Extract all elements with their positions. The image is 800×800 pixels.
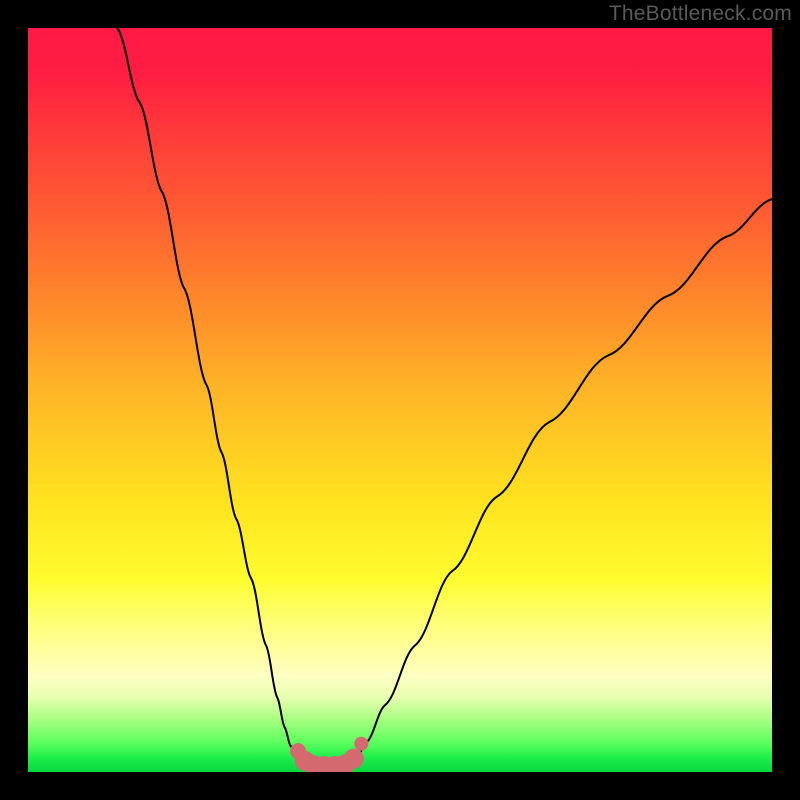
chart-frame: TheBottleneck.com (0, 0, 800, 800)
valley-markers-group (290, 737, 368, 772)
left-curve (117, 28, 300, 761)
valley-marker (354, 737, 368, 751)
chart-svg (28, 28, 772, 772)
right-curve (355, 199, 772, 761)
valley-marker (344, 749, 364, 769)
watermark-text: TheBottleneck.com (609, 2, 792, 26)
plot-area (28, 28, 772, 772)
